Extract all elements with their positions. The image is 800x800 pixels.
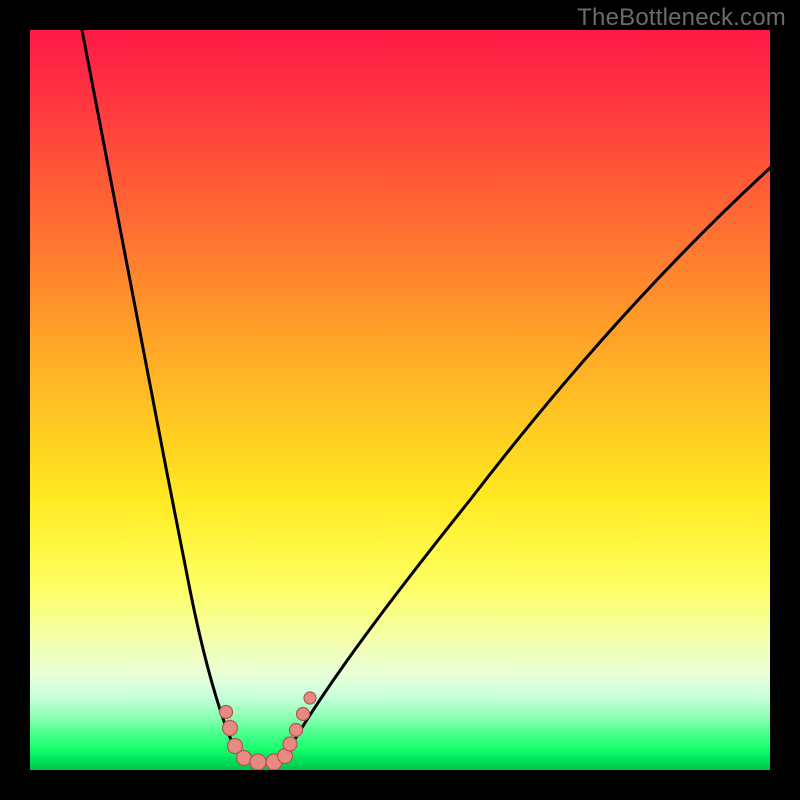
curve-right-branch (292, 168, 770, 744)
data-marker (304, 692, 316, 704)
plot-area (30, 30, 770, 770)
data-marker (250, 754, 266, 770)
curve-left-branch (82, 30, 234, 746)
data-marker (297, 708, 310, 721)
marker-group (220, 692, 317, 770)
watermark-text: TheBottleneck.com (577, 4, 786, 32)
data-marker (237, 751, 252, 766)
data-marker (283, 737, 297, 751)
chart-frame: TheBottleneck.com (0, 0, 800, 800)
data-marker (290, 724, 303, 737)
data-marker (220, 706, 233, 719)
bottleneck-curve (30, 30, 770, 770)
data-marker (223, 721, 238, 736)
